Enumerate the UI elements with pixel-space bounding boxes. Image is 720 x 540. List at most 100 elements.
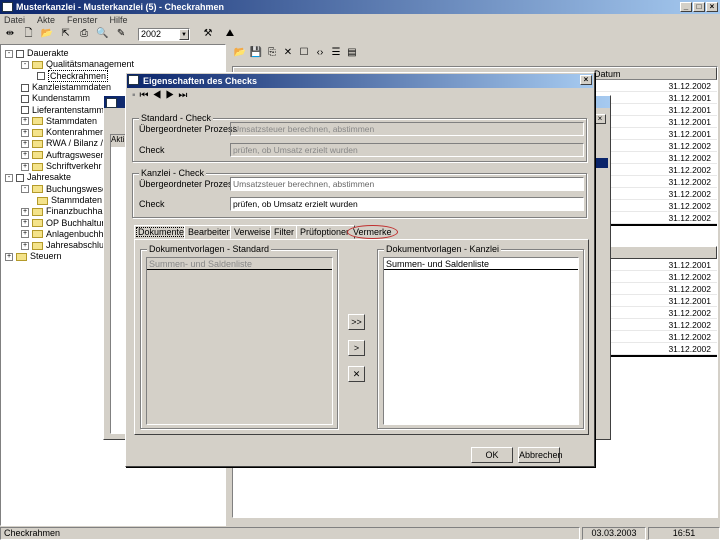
- edit-icon[interactable]: ✎: [114, 27, 128, 41]
- minimize-button[interactable]: _: [680, 2, 692, 12]
- tree-item[interactable]: Checkrahmen: [37, 69, 109, 82]
- standard-check-field: prüfen, ob Umsatz erzielt wurden: [230, 143, 584, 157]
- tree-item[interactable]: + Auftragswesen: [21, 149, 106, 161]
- dialog-close-button[interactable]: ×: [580, 75, 592, 85]
- split-icon[interactable]: ⇹: [3, 27, 17, 41]
- remove-icon[interactable]: ✕: [348, 366, 365, 382]
- dialog-title-bar: Eigenschaften des Checks ×: [127, 74, 593, 88]
- group-legend: Dokumentvorlagen - Kanzlei: [384, 244, 502, 254]
- main-toolbar: ⇹ 🗋 📂 ⇱ ⎙ 🔍 ✎ 2002 ▼ ⚒ ⛰: [2, 27, 720, 43]
- save-icon[interactable]: 💾: [249, 46, 263, 60]
- kanzlei-process-field[interactable]: Umsatzsteuer berechnen, abstimmen: [230, 177, 584, 191]
- expand-icon[interactable]: +: [21, 219, 29, 228]
- standard-templates-list[interactable]: Summen- und Saldenliste: [146, 257, 333, 425]
- menu-akte[interactable]: Akte: [37, 15, 55, 25]
- folder-icon: [32, 162, 43, 171]
- collapse-icon[interactable]: -: [5, 173, 13, 182]
- tab-dokumente[interactable]: Dokumente: [134, 225, 189, 239]
- expand-icon[interactable]: +: [21, 151, 29, 160]
- add-all-button[interactable]: >>: [348, 314, 365, 330]
- copy-icon[interactable]: ⎘: [265, 46, 279, 60]
- expand-icon[interactable]: +: [21, 230, 29, 239]
- print-icon[interactable]: ⎙: [77, 27, 91, 41]
- status-date: 03.03.2003: [582, 527, 646, 540]
- tree-item[interactable]: Lieferantenstamm: [21, 104, 104, 116]
- preview-icon[interactable]: 🔍: [96, 27, 110, 41]
- prev-record-icon[interactable]: ◀: [153, 90, 166, 101]
- tree-item[interactable]: + Steuern: [5, 250, 62, 262]
- menu-datei[interactable]: Datei: [4, 15, 25, 25]
- expand-icon[interactable]: +: [21, 128, 29, 137]
- year-select[interactable]: 2002 ▼: [138, 28, 190, 41]
- list-item[interactable]: Summen- und Saldenliste: [384, 258, 578, 270]
- tree-item[interactable]: - Dauerakte: [5, 47, 69, 59]
- collapse-icon[interactable]: -: [5, 49, 13, 58]
- first-record-icon[interactable]: ⏮: [140, 90, 153, 101]
- tree-item-label: Qualitätsmanagement: [46, 59, 135, 70]
- expand-icon[interactable]: +: [21, 140, 29, 149]
- collapse-icon[interactable]: -: [21, 185, 29, 194]
- view-detail-icon[interactable]: ▤: [345, 46, 359, 60]
- tab-filter[interactable]: Filter: [270, 225, 298, 239]
- expand-icon[interactable]: +: [21, 117, 29, 126]
- tree-item-label: Stammdaten: [51, 194, 103, 205]
- kanzlei-templates-list[interactable]: Summen- und Saldenliste: [383, 257, 579, 425]
- maximize-button[interactable]: □: [693, 2, 705, 12]
- tree-item[interactable]: + RWA / Bilanz / F: [21, 137, 111, 149]
- tree-item[interactable]: Kanzleistammdaten: [21, 81, 111, 93]
- folder-icon: [32, 219, 43, 228]
- last-record-icon[interactable]: ⏭: [178, 90, 191, 101]
- expand-icon[interactable]: +: [21, 241, 29, 250]
- tree-item[interactable]: Kundenstamm: [21, 92, 90, 104]
- expand-icon[interactable]: +: [21, 162, 29, 171]
- save-icon[interactable]: ▪: [132, 90, 140, 101]
- tree-item[interactable]: - Buchungswesen: [21, 183, 112, 195]
- tree-item-label: Kontenrahmen: [46, 127, 106, 138]
- tree-item[interactable]: + Stammdaten: [21, 115, 97, 127]
- open-icon[interactable]: 📂: [40, 27, 54, 41]
- tab-bearbeiten[interactable]: Bearbeiten: [184, 225, 236, 239]
- folder-icon: [32, 117, 43, 126]
- document-icon: [21, 106, 29, 115]
- folder-icon: [32, 140, 43, 149]
- tree-item[interactable]: + Schriftverkehr: [21, 160, 102, 172]
- folder-icon: [32, 60, 43, 69]
- tree-item-label: Steuern: [30, 251, 62, 262]
- background-window-close[interactable]: ×: [594, 114, 606, 124]
- delete-icon[interactable]: ✕: [281, 46, 295, 60]
- tree-item[interactable]: + OP Buchhaltung: [21, 217, 111, 229]
- ok-button[interactable]: OK: [471, 447, 513, 463]
- new-icon[interactable]: 🗋: [22, 27, 36, 41]
- tree-item[interactable]: + Kontenrahmen: [21, 126, 105, 138]
- cancel-button[interactable]: Abbrechen: [518, 447, 563, 463]
- menu-fenster[interactable]: Fenster: [67, 15, 98, 25]
- tree-item[interactable]: - Qualitätsmanagement: [21, 58, 134, 70]
- tree-item[interactable]: - Jahresakte: [5, 171, 71, 183]
- tab-verweise[interactable]: Verweise: [230, 225, 275, 239]
- tree-item-label: RWA / Bilanz / F: [46, 138, 112, 149]
- column-header-date[interactable]: Datum: [594, 69, 621, 79]
- expand-icon[interactable]: +: [21, 207, 29, 216]
- code-icon[interactable]: ‹›: [313, 46, 327, 60]
- menu-hilfe[interactable]: Hilfe: [110, 15, 128, 25]
- standard-templates-group: Dokumentvorlagen - Standard Summen- und …: [140, 244, 338, 429]
- tab-vermerke[interactable]: Vermerke: [347, 225, 398, 239]
- list-item[interactable]: Summen- und Saldenliste: [147, 258, 332, 270]
- properties-icon[interactable]: ☐: [297, 46, 311, 60]
- chevron-down-icon[interactable]: ▼: [179, 29, 189, 40]
- next-record-icon[interactable]: ▶: [165, 90, 178, 101]
- chart-icon[interactable]: ⛰: [223, 27, 237, 41]
- expand-icon[interactable]: +: [5, 253, 13, 262]
- menu-bar: Datei Akte Fenster Hilfe: [4, 15, 140, 26]
- export-icon[interactable]: ⇱: [59, 27, 73, 41]
- tree-item[interactable]: Stammdaten: [37, 194, 102, 206]
- kanzlei-check-group: Kanzlei - Check Übergeordneter Prozess U…: [132, 168, 587, 218]
- add-button[interactable]: >: [348, 340, 365, 356]
- close-button[interactable]: ×: [706, 2, 718, 12]
- open-icon[interactable]: 📂: [233, 46, 247, 60]
- kanzlei-check-field[interactable]: prüfen, ob Umsatz erzielt wurden: [230, 197, 584, 211]
- tree-item[interactable]: + Jahresabschluss: [21, 239, 113, 251]
- collapse-icon[interactable]: -: [21, 60, 29, 69]
- tools-icon[interactable]: ⚒: [201, 27, 215, 41]
- view-list-icon[interactable]: ☰: [329, 46, 343, 60]
